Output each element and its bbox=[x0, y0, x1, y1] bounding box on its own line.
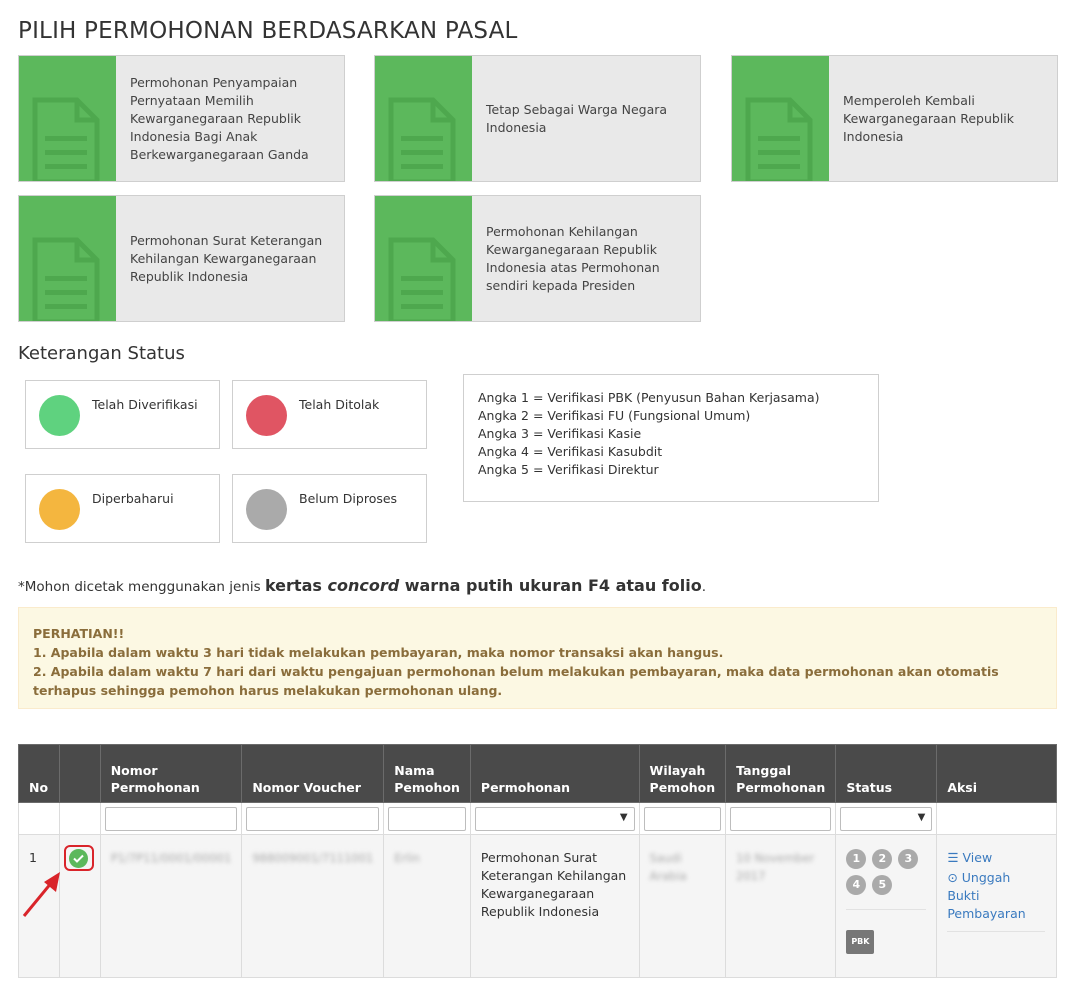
legend-updated: Diperbaharui bbox=[25, 474, 220, 543]
cell-nomor-permohonan: P1/7P11/0001/00001 bbox=[99, 834, 243, 978]
pbk-badge: PBK bbox=[846, 930, 875, 954]
document-icon-area bbox=[19, 56, 116, 181]
card-label: Permohonan Kehilangan Kewarganegaraan Re… bbox=[486, 223, 660, 293]
step-legend-line: Angka 1 = Verifikasi PBK (Penyusun Bahan… bbox=[478, 390, 820, 405]
header-permohonan[interactable]: Permohonan bbox=[469, 744, 640, 803]
upload-circle-icon: ⊙ bbox=[947, 870, 958, 885]
document-icon bbox=[388, 237, 456, 321]
card-memperoleh-kembali[interactable]: Memperoleh Kembali Kewarganegaraan Repub… bbox=[731, 55, 1058, 182]
document-icon bbox=[388, 97, 456, 181]
step-legend-line: Angka 4 = Verifikasi Kasubdit bbox=[478, 444, 663, 459]
step-1-badge: 1 bbox=[846, 849, 867, 869]
filter-nomor-voucher-input[interactable] bbox=[246, 806, 380, 831]
step-3-badge: 3 bbox=[898, 849, 919, 869]
filter-status-select[interactable]: ▼ bbox=[840, 806, 933, 831]
cell-aksi: ☰ View ⊙ Unggah Bukti Pembayaran bbox=[936, 834, 1057, 978]
header-status[interactable]: Status bbox=[835, 744, 938, 803]
legend-verified: Telah Diverifikasi bbox=[25, 380, 220, 449]
grey-status-circle bbox=[246, 489, 287, 530]
card-kehilangan-kewarganegaraan[interactable]: Permohonan Kehilangan Kewarganegaraan Re… bbox=[374, 195, 701, 322]
document-icon-area bbox=[375, 56, 472, 181]
header-aksi: Aksi bbox=[936, 744, 1057, 803]
page-title: PILIH PERMOHONAN BERDASARKAN PASAL bbox=[18, 18, 518, 44]
filter-tanggal-input[interactable] bbox=[730, 806, 832, 831]
card-label: Permohonan Penyampaian Pernyataan Memili… bbox=[130, 74, 309, 162]
caret-down-icon: ▼ bbox=[917, 811, 926, 823]
card-tetap-wni[interactable]: Tetap Sebagai Warga Negara Indonesia bbox=[374, 55, 701, 182]
verification-steps-legend: Angka 1 = Verifikasi PBK (Penyusun Bahan… bbox=[463, 374, 879, 502]
document-icon-area bbox=[19, 196, 116, 321]
filter-nama-pemohon-input[interactable] bbox=[388, 806, 466, 831]
document-icon-area bbox=[732, 56, 829, 181]
filter-nomor-permohonan-input[interactable] bbox=[104, 806, 238, 831]
document-icon-area bbox=[375, 196, 472, 321]
table-header-row: No Nomor Permohonan Nomor Voucher Nama P… bbox=[18, 744, 1057, 803]
header-tanggal-permohonan[interactable]: Tanggal Permohonan bbox=[725, 744, 837, 803]
step-legend-line: Angka 3 = Verifikasi Kasie bbox=[478, 426, 642, 441]
filter-row: ▼ ▼ bbox=[18, 802, 1057, 835]
document-icon bbox=[745, 97, 813, 181]
cell-nomor-voucher: 988009001/7111001 bbox=[241, 834, 385, 978]
divider bbox=[947, 931, 1046, 932]
step-5-badge: 5 bbox=[872, 875, 893, 895]
header-no[interactable]: No bbox=[18, 744, 60, 803]
red-status-circle bbox=[246, 395, 287, 436]
cell-status: 1 2 3 4 5 PBK bbox=[835, 834, 938, 978]
legend-label: Telah Ditolak bbox=[299, 397, 380, 412]
print-note: *Mohon dicetak menggunakan jenis kertas … bbox=[18, 576, 707, 595]
warning-alert: PERHATIAN!! 1. Apabila dalam waktu 3 har… bbox=[18, 607, 1057, 709]
legend-label: Telah Diverifikasi bbox=[92, 397, 198, 412]
header-nama-pemohon[interactable]: Nama Pemohon bbox=[383, 744, 471, 803]
warning-title: PERHATIAN!! bbox=[33, 626, 125, 641]
step-2-badge: 2 bbox=[872, 849, 893, 869]
orange-status-circle bbox=[39, 489, 80, 530]
card-label: Permohonan Surat Keterangan Kehilangan K… bbox=[130, 232, 323, 284]
header-check bbox=[58, 744, 101, 803]
cell-wilayah: Saudi Arabia bbox=[638, 834, 727, 978]
header-nomor-permohonan[interactable]: Nomor Permohonan bbox=[99, 744, 243, 803]
card-memilih-kewarganegaraan[interactable]: Permohonan Penyampaian Pernyataan Memili… bbox=[18, 55, 345, 182]
filter-permohonan-select[interactable]: ▼ bbox=[474, 806, 635, 831]
document-icon bbox=[32, 237, 100, 321]
legend-rejected: Telah Ditolak bbox=[232, 380, 427, 449]
card-label: Tetap Sebagai Warga Negara Indonesia bbox=[486, 101, 668, 135]
status-legend-title: Keterangan Status bbox=[18, 343, 185, 364]
legend-not-processed: Belum Diproses bbox=[232, 474, 427, 543]
warning-line: 1. Apabila dalam waktu 3 hari tidak mela… bbox=[33, 645, 724, 660]
cell-permohonan: Permohonan Surat Keterangan Kehilangan K… bbox=[469, 834, 640, 978]
annotation-arrow-icon bbox=[22, 872, 60, 917]
green-status-circle bbox=[39, 395, 80, 436]
list-icon: ☰ bbox=[947, 850, 959, 865]
filter-wilayah-input[interactable] bbox=[643, 806, 722, 831]
caret-down-icon: ▼ bbox=[619, 811, 628, 823]
warning-line: 2. Apabila dalam waktu 7 hari dari waktu… bbox=[33, 664, 999, 698]
legend-label: Diperbaharui bbox=[92, 491, 174, 506]
card-surat-keterangan-kehilangan[interactable]: Permohonan Surat Keterangan Kehilangan K… bbox=[18, 195, 345, 322]
card-label: Memperoleh Kembali Kewarganegaraan Repub… bbox=[843, 92, 1015, 144]
applications-table: No Nomor Permohonan Nomor Voucher Nama P… bbox=[18, 744, 1057, 978]
cell-tanggal: 10 November 2017 bbox=[725, 834, 837, 978]
verified-check-icon[interactable] bbox=[69, 848, 89, 868]
step-legend-line: Angka 5 = Verifikasi Direktur bbox=[478, 462, 659, 477]
step-legend-line: Angka 2 = Verifikasi FU (Fungsional Umum… bbox=[478, 408, 751, 423]
upload-payment-link[interactable]: ⊙ Unggah Bukti Pembayaran bbox=[947, 869, 1046, 923]
table-row: 1 P1/7P11/0001/00001 988009001/7111001 E… bbox=[18, 834, 1057, 978]
header-nomor-voucher[interactable]: Nomor Voucher bbox=[241, 744, 385, 803]
view-link[interactable]: ☰ View bbox=[947, 849, 1046, 867]
legend-label: Belum Diproses bbox=[299, 491, 398, 506]
document-icon bbox=[32, 97, 100, 181]
header-wilayah-pemohon[interactable]: Wilayah Pemohon bbox=[638, 744, 727, 803]
divider bbox=[846, 909, 927, 910]
highlight-box bbox=[63, 845, 94, 871]
step-4-badge: 4 bbox=[846, 875, 867, 895]
cell-nama-pemohon: Erlin bbox=[383, 834, 471, 978]
